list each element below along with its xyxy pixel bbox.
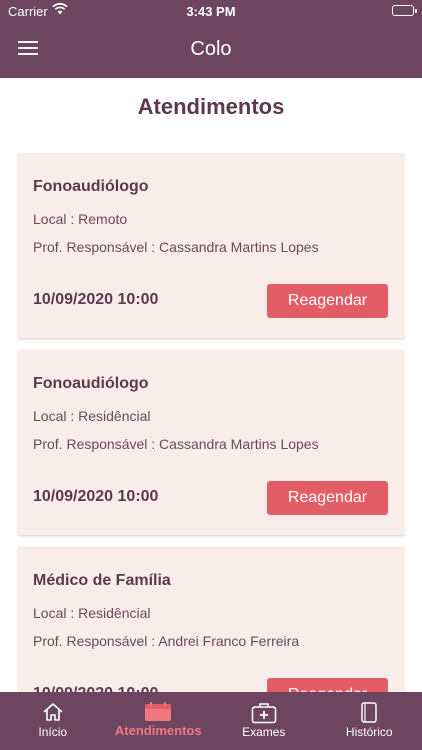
appointment-professional: Prof. Responsável : Cassandra Martins Lo… [33, 436, 319, 452]
appointment-professional: Prof. Responsável : Andrei Franco Ferrei… [33, 633, 300, 649]
appointment-card: Fonoaudiólogo Local : Remoto Prof. Respo… [17, 153, 405, 338]
tab-label: Exames [242, 725, 286, 739]
appointment-datetime: 10/09/2020 10:00 [33, 488, 159, 505]
tab-inicio[interactable]: Início [0, 692, 106, 750]
tab-label: Histórico [345, 725, 393, 739]
appointment-location: Local : Residêncial [33, 408, 151, 424]
tab-exames[interactable]: Exames [211, 692, 317, 750]
home-icon [42, 702, 64, 727]
app-title: Colo [190, 38, 232, 60]
reschedule-button[interactable]: Reagendar [267, 678, 388, 693]
appointment-card: Fonoaudiólogo Local : Residêncial Prof. … [17, 350, 405, 535]
appointment-specialty: Médico de Família [33, 572, 171, 589]
page-title: Atendimentos [137, 94, 285, 119]
reschedule-button[interactable]: Reagendar [267, 481, 388, 515]
tab-label: Início [38, 725, 68, 739]
appointments-list[interactable]: Fonoaudiólogo Local : Remoto Prof. Respo… [17, 153, 405, 693]
tab-bar: Início Atendimentos Exames Histórico [0, 692, 422, 750]
battery-icon [392, 5, 417, 16]
appointment-location: Local : Remoto [33, 211, 128, 227]
appointment-specialty: Fonoaudiólogo [33, 375, 149, 392]
appointment-card: Médico de Família Local : Residêncial Pr… [17, 547, 405, 693]
tab-historico[interactable]: Histórico [317, 692, 422, 750]
app-header: Carrier 3:43 PM Colo [0, 0, 422, 78]
reschedule-button[interactable]: Reagendar [267, 284, 388, 318]
tab-label: Atendimentos [114, 723, 202, 738]
appointment-location: Local : Residêncial [33, 605, 151, 621]
clock-time: 3:43 PM [186, 4, 236, 19]
appointment-datetime: 10/09/2020 10:00 [33, 291, 159, 308]
status-bar: Carrier 3:43 PM [0, 0, 422, 22]
appointment-specialty: Fonoaudiólogo [33, 178, 149, 195]
appointment-professional: Prof. Responsável : Cassandra Martins Lo… [33, 239, 319, 255]
tab-atendimentos[interactable]: Atendimentos [106, 692, 212, 750]
